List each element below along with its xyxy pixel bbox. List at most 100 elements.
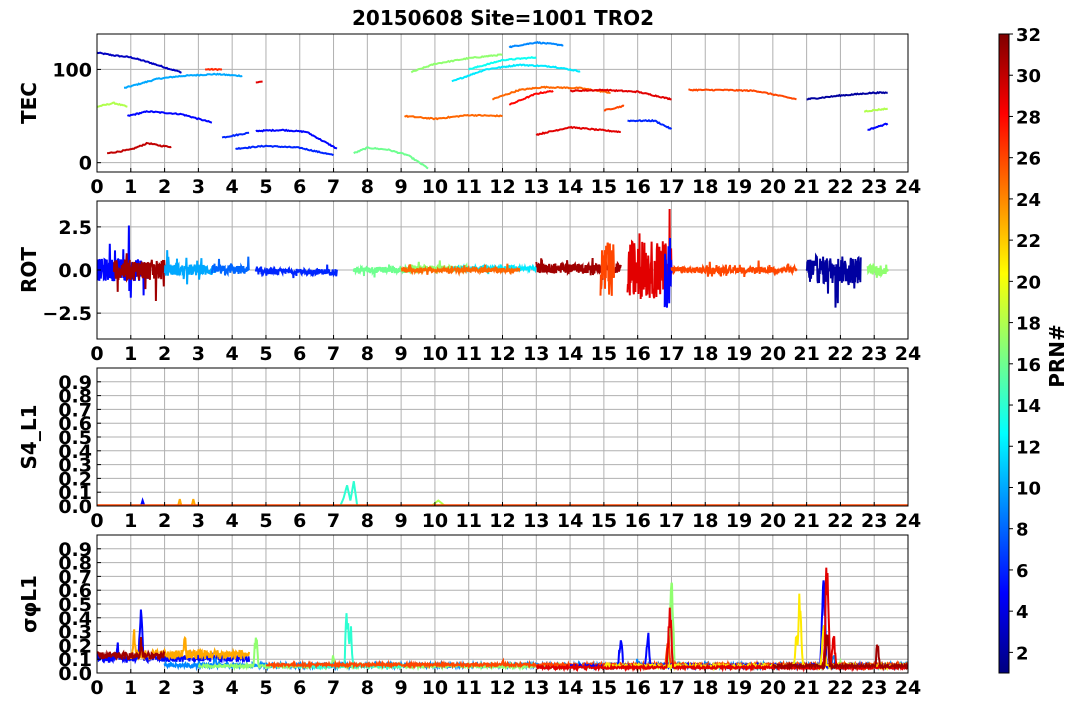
x-tick-label: 3 <box>192 510 205 532</box>
x-tick-label: 18 <box>692 343 718 365</box>
colorbar-tick-label: 4 <box>1016 602 1029 623</box>
panel-4: 0 1 2 3 4 5 6 7 8 9 10 11 12 13 14 15 16 17 18 19 20 21 22 23 24… <box>17 534 921 699</box>
series-prn-18 <box>864 107 889 113</box>
y-tick-label: 2.5 <box>58 217 92 239</box>
series-group <box>97 208 889 308</box>
series-prn-26 <box>265 635 908 670</box>
series-prn-18 <box>97 101 128 108</box>
x-tick-label: 21 <box>793 343 819 365</box>
figure: 20150608 Site=1001 TRO2 0 1 2 3 4 5 6 7 8 9 10 11 12… <box>17 6 1069 699</box>
y-tick-label: 100 <box>52 59 92 81</box>
y-axis-label: ROT <box>17 247 41 293</box>
panels: 0 1 2 3 4 5 6 7 8 9 10 11 12 13 14 15 16 17 18 19 20 21 22 23 24… <box>17 33 921 699</box>
x-tick-label: 14 <box>557 677 583 699</box>
series-prn-10 <box>163 250 217 285</box>
series-prn-16 <box>353 146 429 170</box>
series-prn-29 <box>535 125 621 136</box>
x-tick-label: 1 <box>124 510 137 532</box>
series-prn-29 <box>569 88 672 101</box>
x-tick-label: 0 <box>90 510 103 532</box>
x-tick-label: 10 <box>422 677 448 699</box>
x-tick-label: 24 <box>895 510 921 532</box>
panel-3: 0 1 2 3 4 5 6 7 8 9 10 11 12 13 14 15 16 17 18 19 20 21 22 23 24… <box>17 367 921 532</box>
x-tick-label: 10 <box>422 176 448 198</box>
series-prn-29 <box>255 80 263 84</box>
x-tick-label: 19 <box>726 343 752 365</box>
x-tick-label: 7 <box>327 343 340 365</box>
series-prn-25 <box>404 113 503 121</box>
x-tick-label: 17 <box>658 343 684 365</box>
x-tick-label: 24 <box>895 343 921 365</box>
y-axis-label: TEC <box>17 82 41 124</box>
colorbar-tick-label: 6 <box>1016 561 1029 582</box>
colorbar-tick-label: 28 <box>1016 107 1041 128</box>
x-tick-label: 24 <box>895 176 921 198</box>
series-prn-10 <box>123 72 243 89</box>
colorbar-tick-label: 8 <box>1016 520 1029 541</box>
x-tick-label: 4 <box>226 677 239 699</box>
x-tick-label: 4 <box>226 343 239 365</box>
x-tick-label: 11 <box>455 343 481 365</box>
colorbar-tick-label: 18 <box>1016 314 1041 335</box>
colorbar-tick-label: 32 <box>1016 25 1041 46</box>
x-tick-label: 17 <box>658 677 684 699</box>
y-tick-label: 0 <box>79 153 92 175</box>
x-tick-label: 1 <box>124 677 137 699</box>
x-tick-label: 24 <box>895 677 921 699</box>
y-tick-label: 0.0 <box>58 260 92 282</box>
x-tick-label: 6 <box>293 343 306 365</box>
colorbar-tick-label: 20 <box>1016 272 1041 293</box>
x-tick-label: 8 <box>361 176 374 198</box>
series-prn-30 <box>107 141 172 155</box>
x-tick-label: 22 <box>827 677 853 699</box>
panel-2: 0 1 2 3 4 5 6 7 8 9 10 11 12 13 14 15 16 17 18 19 20 21 22 23 24… <box>17 200 921 365</box>
x-tick-label: 3 <box>192 677 205 699</box>
x-tick-label: 2 <box>158 176 171 198</box>
x-tick-label: 10 <box>422 510 448 532</box>
x-tick-label: 15 <box>591 343 617 365</box>
x-tick-label: 16 <box>624 343 650 365</box>
x-tick-label: 15 <box>591 510 617 532</box>
x-tick-label: 13 <box>523 176 549 198</box>
series-prn-6 <box>235 144 334 157</box>
series-prn-6 <box>627 118 673 130</box>
series-prn-5 <box>126 110 213 124</box>
x-tick-label: 9 <box>395 343 408 365</box>
x-tick-label: 21 <box>793 510 819 532</box>
x-tick-label: 16 <box>624 677 650 699</box>
x-tick-label: 7 <box>327 510 340 532</box>
x-tick-label: 20 <box>760 677 786 699</box>
series-prn-5 <box>97 225 149 298</box>
series-prn-6 <box>254 264 338 279</box>
x-tick-label: 22 <box>827 343 853 365</box>
colorbar-tick-label: 14 <box>1016 396 1041 417</box>
x-tick-label: 9 <box>395 176 408 198</box>
series-prn-27 <box>205 67 223 72</box>
x-tick-label: 15 <box>591 677 617 699</box>
x-tick-label: 12 <box>489 677 515 699</box>
x-tick-label: 23 <box>861 677 887 699</box>
chart-title: 20150608 Site=1001 TRO2 <box>352 6 654 30</box>
x-tick-label: 23 <box>861 176 887 198</box>
series-prn-6 <box>221 131 250 139</box>
x-tick-label: 11 <box>455 677 481 699</box>
x-tick-label: 2 <box>158 677 171 699</box>
series-prn-26 <box>670 260 798 277</box>
x-tick-label: 16 <box>624 176 650 198</box>
x-tick-label: 1 <box>124 343 137 365</box>
x-tick-label: 19 <box>726 176 752 198</box>
x-tick-label: 6 <box>293 510 306 532</box>
x-tick-label: 18 <box>692 510 718 532</box>
x-tick-label: 17 <box>658 510 684 532</box>
x-tick-label: 20 <box>760 176 786 198</box>
colorbar-tick-label: 2 <box>1016 643 1029 664</box>
panel-1: 0 1 2 3 4 5 6 7 8 9 10 11 12 13 14 15 16 17 18 19 20 21 22 23 24… <box>17 33 921 198</box>
x-tick-label: 23 <box>861 510 887 532</box>
x-tick-label: 2 <box>158 510 171 532</box>
x-tick-label: 17 <box>658 176 684 198</box>
series-prn-14 <box>339 481 359 506</box>
grid <box>96 368 909 507</box>
x-tick-label: 0 <box>90 343 103 365</box>
y-tick-label: 0.9 <box>58 372 92 394</box>
x-tick-label: 6 <box>293 677 306 699</box>
